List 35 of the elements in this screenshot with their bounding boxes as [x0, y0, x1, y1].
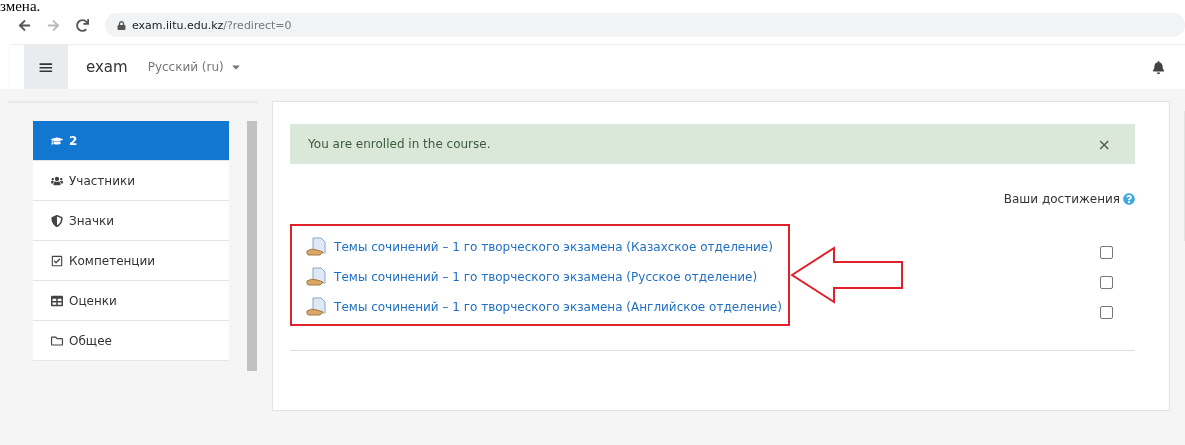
sidebar-icon [51, 294, 63, 307]
scrollbar[interactable] [247, 121, 257, 371]
sidebar-item[interactable]: Компетенции [33, 241, 229, 281]
completion-checkbox[interactable] [1100, 275, 1113, 289]
help-icon[interactable] [1123, 193, 1135, 205]
sidebar-item[interactable]: Значки [33, 201, 229, 241]
sidebar-item[interactable]: Участники [33, 161, 229, 201]
reload-icon[interactable] [76, 18, 89, 32]
language-menu[interactable]: Русский (ru) [147, 60, 242, 74]
file-icon [306, 297, 329, 317]
file-icon [306, 267, 329, 287]
sidebar-icon [51, 134, 63, 147]
activity-link[interactable]: Темы сочинений – 1 го творческого экзамена (Казахское отделение) [334, 240, 773, 254]
document-text: змена. [0, 0, 42, 10]
sidebar-icon [51, 254, 63, 267]
sidebar-icon [51, 334, 63, 347]
alert-message: You are enrolled in the course. [308, 137, 491, 151]
menu-button[interactable]: ≡ [24, 45, 68, 89]
progress-label: Ваши достижения [1003, 192, 1120, 206]
lock-icon [117, 20, 126, 30]
back-icon[interactable] [18, 18, 31, 32]
sidebar-icon [51, 174, 63, 187]
close-button[interactable]: × [1091, 133, 1117, 155]
bell-icon[interactable] [1152, 60, 1165, 74]
sidebar-item[interactable]: Общее [33, 321, 229, 361]
activity-link[interactable]: Темы сочинений – 1 го творческого экзамена (Русское отделение) [334, 270, 758, 284]
completion-checkbox[interactable] [1100, 305, 1113, 319]
sidebar-icon [51, 214, 63, 227]
completion-checkbox[interactable] [1100, 245, 1113, 259]
file-icon [306, 237, 329, 257]
sidebar-item[interactable]: Оценки [33, 281, 229, 321]
site-name[interactable]: exam [86, 58, 128, 76]
activity-link[interactable]: Темы сочинений – 1 го творческого экзамена (Английское отделение) [334, 300, 782, 314]
address-bar[interactable]: exam.iitu.edu.kz/?redirect=0 [105, 13, 1185, 37]
sidebar-item[interactable]: 2 [33, 121, 229, 161]
